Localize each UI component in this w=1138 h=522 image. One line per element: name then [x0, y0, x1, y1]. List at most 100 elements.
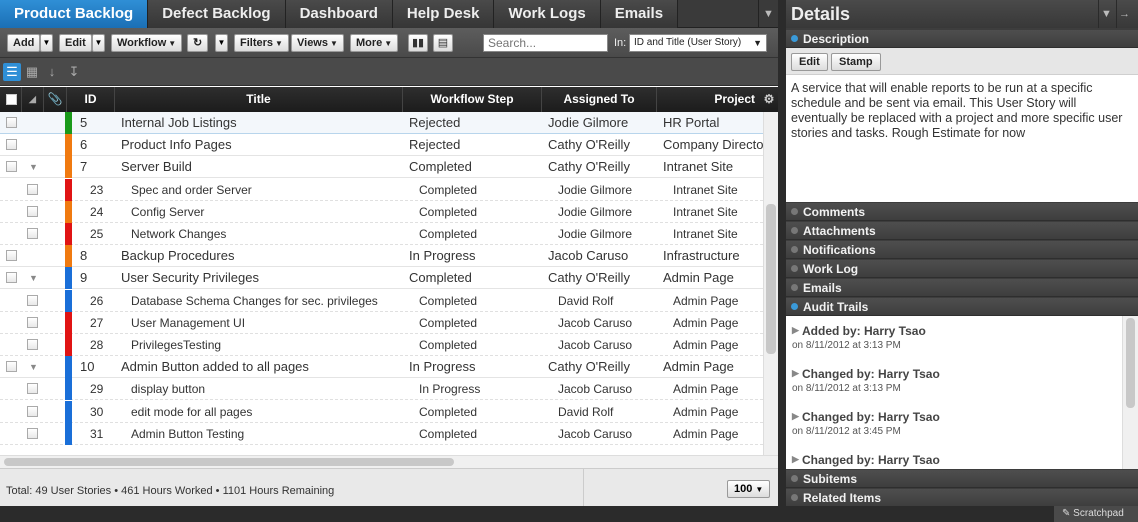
cell-assigned-to: Jacob Caruso: [558, 338, 633, 352]
select-all-checkbox[interactable]: [6, 94, 17, 105]
tab-menu-filter-icon[interactable]: ▼: [758, 0, 778, 28]
tab-defect-backlog[interactable]: Defect Backlog: [148, 0, 286, 28]
row-checkbox[interactable]: [6, 361, 17, 373]
page-size-select[interactable]: 100 ▼: [727, 480, 771, 498]
table-row-subitem[interactable]: 25 Network Changes Completed Jodie Gilmore I…: [0, 223, 763, 245]
table-row[interactable]: ▼ 9 User Security Privileges Completed Cathy…: [0, 267, 763, 290]
section-audit-trails[interactable]: Audit Trails: [786, 298, 1138, 316]
section-attachments[interactable]: Attachments: [786, 222, 1138, 240]
table-row[interactable]: ▼ 7 Server Build Completed Cathy O'Reilly Int…: [0, 156, 763, 179]
table-row-subitem[interactable]: 24 Config Server Completed Jodie Gilmore Int…: [0, 200, 763, 223]
column-header-workflow-step[interactable]: Workflow Step: [403, 87, 542, 112]
row-checkbox[interactable]: [27, 205, 38, 217]
row-checkbox[interactable]: [27, 228, 38, 239]
row-checkbox[interactable]: [27, 183, 38, 195]
table-row[interactable]: 8 Backup Procedures In Progress Jacob Carus…: [0, 245, 763, 268]
filter-icon[interactable]: ▼: [1098, 0, 1114, 28]
table-row-subitem[interactable]: 27 User Management UI Completed Jacob Carus…: [0, 311, 763, 334]
sort-down-icon[interactable]: ↓: [43, 63, 61, 81]
select-all-cell[interactable]: [0, 87, 22, 112]
cell-id: 7: [80, 159, 88, 175]
table-row-subitem[interactable]: 23 Spec and order Server Completed Jodie Gi…: [0, 178, 763, 201]
row-checkbox[interactable]: [6, 250, 17, 262]
section-description[interactable]: Description: [786, 30, 1138, 48]
expand-toggle-icon[interactable]: ▼: [29, 156, 38, 178]
add-label: Add: [13, 37, 35, 49]
section-related-items[interactable]: Related Items: [786, 489, 1138, 507]
column-header-title[interactable]: Title: [115, 87, 403, 112]
table-row-subitem[interactable]: 28 PrivilegesTesting Completed Jacob Caruso…: [0, 334, 763, 356]
row-checkbox[interactable]: [6, 161, 17, 173]
export-icon[interactable]: ▤: [433, 34, 453, 52]
column-header-id[interactable]: ID: [67, 87, 115, 112]
table-row-subitem[interactable]: 26 Database Schema Changes for sec. privi…: [0, 289, 763, 312]
cell-title: User Management UI: [131, 315, 246, 330]
edit-button[interactable]: Edit: [59, 34, 92, 52]
audit-scrollbar[interactable]: [1122, 316, 1138, 469]
tab-work-logs[interactable]: Work Logs: [494, 0, 601, 28]
row-checkbox[interactable]: [6, 117, 17, 128]
row-checkbox[interactable]: [27, 427, 38, 439]
column-settings-gear-icon[interactable]: ⚙: [760, 87, 778, 112]
audit-entry-author[interactable]: ▶ Changed by: Harry Tsao: [792, 410, 1112, 424]
row-checkbox[interactable]: [27, 294, 38, 306]
refresh-dropdown-icon[interactable]: ▼: [215, 34, 228, 52]
cell-workflow-step: Completed: [409, 270, 472, 286]
tab-help-desk[interactable]: Help Desk: [392, 0, 495, 28]
row-checkbox[interactable]: [27, 339, 38, 350]
grid-horizontal-scrollbar[interactable]: [0, 455, 778, 468]
row-checkbox[interactable]: [6, 272, 17, 284]
column-header-project[interactable]: Project: [657, 87, 757, 112]
search-scope-select[interactable]: ID and Title (User Story) ▼: [629, 34, 767, 52]
search-input[interactable]: [483, 34, 608, 52]
grid-view-icon[interactable]: ▦: [23, 63, 41, 81]
section-work-log[interactable]: Work Log: [786, 260, 1138, 278]
section-subitems[interactable]: Subitems: [786, 470, 1138, 488]
audit-entry-author[interactable]: ▶ Added by: Harry Tsao: [792, 324, 1112, 338]
table-row-subitem[interactable]: 30 edit mode for all pages Completed David …: [0, 400, 763, 423]
expand-toggle-icon[interactable]: ▼: [29, 267, 38, 289]
scrollbar-thumb[interactable]: [1126, 318, 1135, 408]
chart-icon[interactable]: ▮▮: [408, 34, 428, 52]
table-row-subitem[interactable]: 31 Admin Button Testing Completed Jacob Car…: [0, 422, 763, 445]
scrollbar-thumb[interactable]: [4, 458, 454, 466]
audit-entry-author[interactable]: ▶ Changed by: Harry Tsao: [792, 367, 1112, 381]
expand-toggle-icon[interactable]: ▼: [29, 356, 38, 378]
filters-button[interactable]: Filters ▼: [234, 34, 289, 52]
section-notifications[interactable]: Notifications: [786, 241, 1138, 259]
audit-entry-author[interactable]: ▶ Changed by: Harry Tsao: [792, 453, 1112, 467]
grid-vertical-scrollbar[interactable]: [763, 112, 778, 455]
collapse-pane-icon[interactable]: →: [1116, 0, 1132, 28]
section-emails[interactable]: Emails: [786, 279, 1138, 297]
description-edit-button[interactable]: Edit: [791, 53, 828, 71]
column-header-assigned-to[interactable]: Assigned To: [542, 87, 657, 112]
section-comments[interactable]: Comments: [786, 203, 1138, 221]
section-dot-icon: [791, 208, 798, 215]
scrollbar-thumb[interactable]: [766, 204, 776, 354]
add-dropdown-icon[interactable]: ▼: [40, 34, 53, 52]
row-checkbox[interactable]: [27, 383, 38, 395]
tab-bar: Product Backlog Defect Backlog Dashboard…: [0, 0, 778, 28]
more-button[interactable]: More ▼: [350, 34, 399, 52]
table-row[interactable]: ▼ 10 Admin Button added to all pages In Pro…: [0, 356, 763, 379]
tab-emails[interactable]: Emails: [600, 0, 679, 28]
row-checkbox[interactable]: [27, 316, 38, 328]
sort-options-icon[interactable]: ↧: [65, 63, 83, 81]
views-button[interactable]: Views ▼: [291, 34, 344, 52]
add-button[interactable]: Add: [7, 34, 41, 52]
grid-body: 5 Internal Job Listings Rejected Jodie Gilm…: [0, 112, 763, 455]
table-row[interactable]: 6 Product Info Pages Rejected Cathy O'Reill…: [0, 134, 763, 157]
table-row-subitem[interactable]: 29 display button In Progress Jacob Caruso A…: [0, 378, 763, 401]
section-dot-icon: [791, 246, 798, 253]
scratchpad-button[interactable]: ✎ Scratchpad: [1054, 506, 1138, 522]
table-row[interactable]: 5 Internal Job Listings Rejected Jodie Gilm…: [0, 112, 763, 134]
tab-dashboard[interactable]: Dashboard: [285, 0, 393, 28]
list-view-icon[interactable]: ☰: [3, 63, 21, 81]
tab-product-backlog[interactable]: Product Backlog: [0, 0, 149, 28]
row-checkbox[interactable]: [6, 139, 17, 151]
workflow-button[interactable]: Workflow ▼: [111, 34, 183, 52]
edit-dropdown-icon[interactable]: ▼: [92, 34, 105, 52]
row-checkbox[interactable]: [27, 405, 38, 417]
stamp-button[interactable]: Stamp: [831, 53, 881, 71]
refresh-button[interactable]: ↻: [187, 34, 209, 52]
